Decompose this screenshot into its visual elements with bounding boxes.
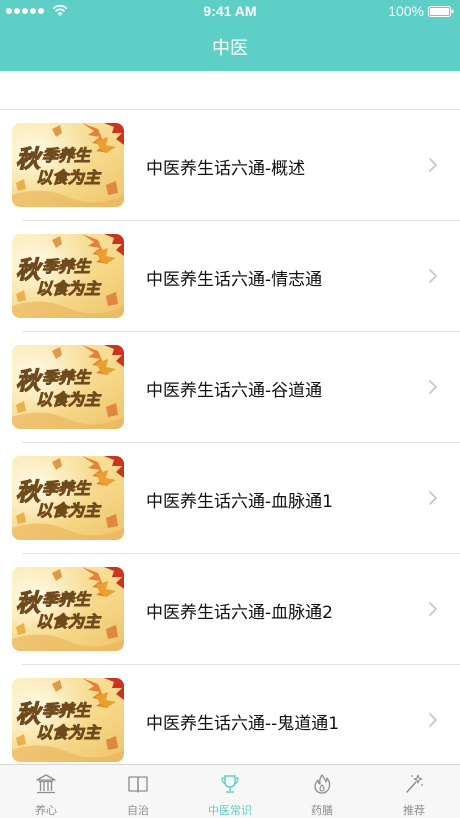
article-list-item[interactable]: 秋 季养生 以食为主 中医养生话六通-概述 [0,110,460,221]
svg-text:季养生: 季养生 [42,368,92,387]
article-title: 中医养生话六通-谷道通 [146,381,323,401]
tab-label: 药膳 [311,804,333,817]
trophy-icon [221,775,239,793]
article-list-item[interactable]: 秋 季养生 以食为主 中医养生话六通-血脉通2 [0,554,460,665]
page-title: 中医 [212,38,248,59]
tab-yangxin[interactable]: 养心 [0,765,92,818]
svg-text:季养生: 季养生 [42,701,92,720]
svg-text:季养生: 季养生 [42,590,92,609]
article-thumbnail: 秋 季养生 以食为主 [12,123,124,207]
magic-wand-icon [406,774,423,793]
svg-text:以食为主: 以食为主 [36,723,102,742]
article-list-item[interactable]: 秋 季养生 以食为主 中医养生话六通-情志通 [0,221,460,332]
article-thumbnail: 秋 季养生 以食为主 [12,678,124,762]
article-thumbnail: 秋 季养生 以食为主 [12,234,124,318]
tab-label: 养心 [35,804,57,817]
status-bar: 9:41 AM 100% [0,0,460,24]
chevron-right-icon [429,380,437,394]
flame-icon [314,774,331,794]
header: 9:41 AM 100% 中医 [0,0,460,71]
chevron-right-icon [429,491,437,505]
article-title: 中医养生话六通-血脉通2 [146,603,333,623]
tab-label: 自治 [127,804,149,817]
article-thumbnail: 秋 季养生 以食为主 [12,567,124,651]
article-title: 中医养生话六通--鬼道通1 [146,714,340,734]
article-title: 中医养生话六通-情志通 [146,270,323,290]
svg-text:以食为主: 以食为主 [36,279,102,298]
article-list-item[interactable]: 秋 季养生 以食为主 中医养生话六通--鬼道通1 [0,665,460,776]
svg-text:季养生: 季养生 [42,146,92,165]
article-list-item[interactable]: 秋 季养生 以食为主 中医养生话六通-谷道通 [0,332,460,443]
battery-percent: 100% [388,3,424,19]
svg-text:季养生: 季养生 [42,479,92,498]
tab-bar: 养心 自治 中医常识 药膳 推荐 [0,764,460,818]
tab-zhongyi-changshi[interactable]: 中医常识 [184,765,276,818]
article-list-item[interactable]: 秋 季养生 以食为主 中医养生话六通-血脉通1 [0,443,460,554]
list-top-spacer [0,71,460,110]
tab-label: 推荐 [403,804,425,817]
svg-text:以食为主: 以食为主 [36,612,102,631]
tab-tuijian[interactable]: 推荐 [368,765,460,818]
svg-text:以食为主: 以食为主 [36,390,102,409]
article-thumbnail: 秋 季养生 以食为主 [12,456,124,540]
article-title: 中医养生话六通-血脉通1 [146,492,333,512]
temple-icon [36,774,56,794]
book-icon [128,776,148,793]
svg-text:以食为主: 以食为主 [36,501,102,520]
tab-yaoshan[interactable]: 药膳 [276,765,368,818]
chevron-right-icon [429,269,437,283]
tab-label: 中医常识 [208,804,252,817]
chevron-right-icon [429,602,437,616]
article-title: 中医养生话六通-概述 [146,159,306,179]
svg-text:季养生: 季养生 [42,257,92,276]
article-thumbnail: 秋 季养生 以食为主 [12,345,124,429]
svg-text:以食为主: 以食为主 [36,168,102,187]
chevron-right-icon [429,713,437,727]
screen: 9:41 AM 100% 中医 秋 季养生 以食为主 中医养生话六通-概述 秋 … [0,0,460,818]
tab-zizhi[interactable]: 自治 [92,765,184,818]
article-list[interactable]: 秋 季养生 以食为主 中医养生话六通-概述 秋 季养生 以食为主 中医养生话六通… [0,110,460,776]
battery-icon [428,6,454,17]
chevron-right-icon [429,158,437,172]
